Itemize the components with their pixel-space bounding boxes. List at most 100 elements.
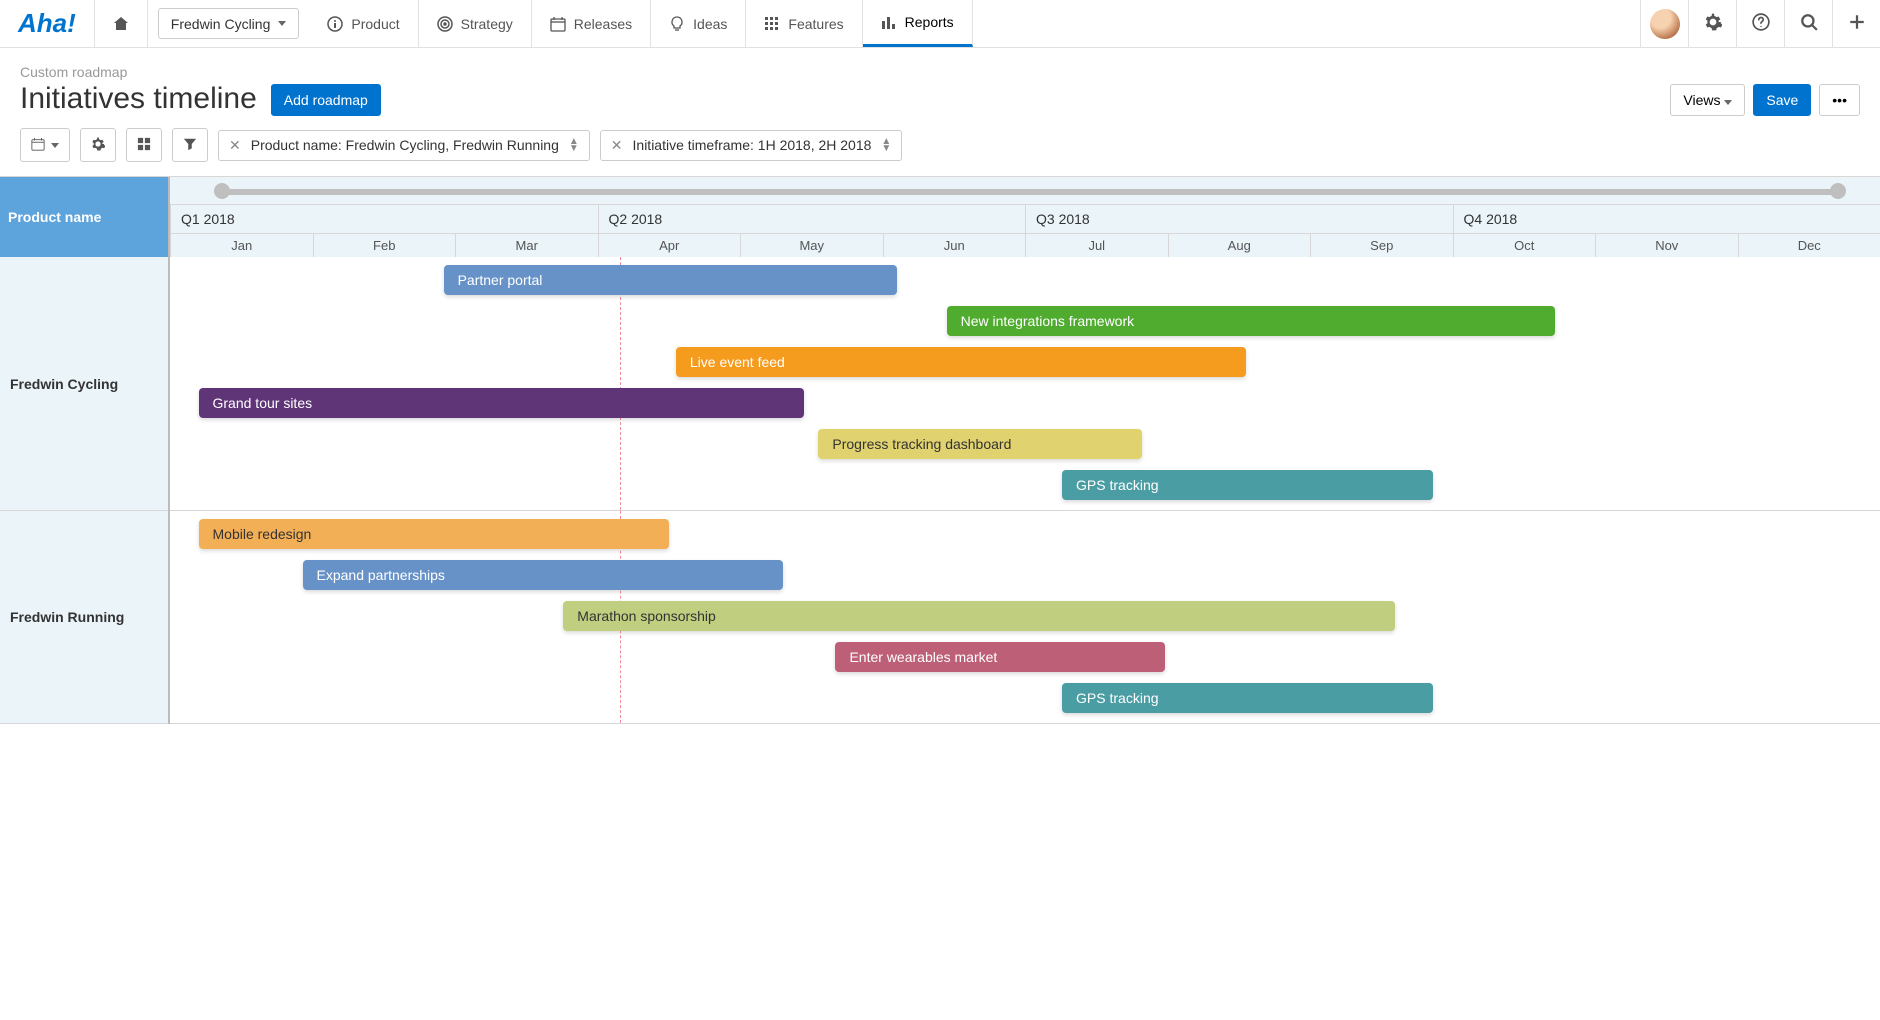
initiative-bar[interactable]: Mobile redesign — [199, 519, 669, 549]
filter-button[interactable] — [172, 128, 208, 162]
filter-timeframe-label: Initiative timeframe: 1H 2018, 2H 2018 — [633, 137, 872, 153]
target-icon — [437, 16, 453, 32]
slider-handle-left[interactable] — [214, 183, 230, 199]
initiative-bar[interactable]: GPS tracking — [1062, 470, 1433, 500]
initiative-bar[interactable]: GPS tracking — [1062, 683, 1433, 713]
workspace-selector[interactable]: Fredwin Cycling — [158, 8, 300, 39]
search-button[interactable] — [1784, 0, 1832, 48]
slider-track — [220, 189, 1840, 195]
toolbar: ✕ Product name: Fredwin Cycling, Fredwin… — [0, 128, 1880, 176]
chart-row: Partner portal New integrations framework… — [170, 257, 1880, 511]
workspace-name: Fredwin Cycling — [171, 16, 271, 32]
month-cell: Mar — [455, 233, 598, 257]
month-cell: Jan — [170, 233, 313, 257]
month-cell: Apr — [598, 233, 741, 257]
month-cell: Feb — [313, 233, 456, 257]
month-cell: Sep — [1310, 233, 1453, 257]
nav-product[interactable]: Product — [309, 0, 418, 47]
close-icon[interactable]: ✕ — [611, 137, 623, 154]
chevron-down-icon — [278, 21, 286, 26]
save-button[interactable]: Save — [1753, 84, 1811, 116]
initiative-bar[interactable]: Partner portal — [444, 265, 897, 295]
home-icon — [113, 16, 129, 32]
month-cell: Jun — [883, 233, 1026, 257]
add-roadmap-button[interactable]: Add roadmap — [271, 84, 381, 116]
date-range-button[interactable] — [20, 128, 70, 162]
column-header: Product name — [0, 177, 170, 257]
initiative-bar[interactable]: Grand tour sites — [199, 388, 805, 418]
chevron-down-icon — [51, 143, 59, 148]
filter-product-label: Product name: Fredwin Cycling, Fredwin R… — [251, 137, 559, 153]
nav-right — [1640, 0, 1880, 47]
nav-label: Features — [788, 16, 843, 32]
initiative-bar[interactable]: Enter wearables market — [835, 642, 1164, 672]
close-icon[interactable]: ✕ — [229, 137, 241, 154]
slider-handle-right[interactable] — [1830, 183, 1846, 199]
nav-strategy[interactable]: Strategy — [419, 0, 532, 47]
nav-label: Product — [351, 16, 399, 32]
plus-icon — [1848, 13, 1866, 34]
quarter-cell: Q3 2018 — [1025, 205, 1453, 233]
initiative-bar[interactable]: Progress tracking dashboard — [818, 429, 1141, 459]
views-dropdown[interactable]: Views — [1670, 84, 1745, 116]
nav-label: Ideas — [693, 16, 727, 32]
filter-icon — [183, 137, 197, 154]
quarter-cell: Q4 2018 — [1453, 205, 1880, 233]
gear-icon — [1704, 13, 1722, 34]
settings-button[interactable] — [80, 128, 116, 162]
month-cell: Dec — [1738, 233, 1880, 257]
avatar-button[interactable] — [1640, 0, 1688, 48]
month-cell: Oct — [1453, 233, 1596, 257]
nav-label: Releases — [574, 16, 632, 32]
grid-icon — [137, 137, 151, 154]
nav-label: Strategy — [461, 16, 513, 32]
quarter-cell: Q1 2018 — [170, 205, 598, 233]
top-nav: Aha! Fredwin Cycling Product Strategy Rele… — [0, 0, 1880, 48]
sort-icon: ▲▼ — [569, 138, 579, 152]
nav-features[interactable]: Features — [746, 0, 862, 47]
initiative-bar[interactable]: Live event feed — [676, 347, 1246, 377]
quarter-cell: Q2 2018 — [598, 205, 1026, 233]
grid-icon — [764, 16, 780, 32]
add-button[interactable] — [1832, 0, 1880, 48]
calendar-icon — [31, 137, 45, 154]
gear-button[interactable] — [1688, 0, 1736, 48]
bulb-icon — [669, 16, 685, 32]
month-cell: May — [740, 233, 883, 257]
sort-icon: ▲▼ — [881, 138, 891, 152]
time-headers: Q1 2018Q2 2018Q3 2018Q4 2018 JanFebMarAp… — [170, 205, 1880, 257]
initiative-bar[interactable]: Marathon sponsorship — [563, 601, 1395, 631]
logo: Aha! — [0, 0, 95, 47]
report-icon — [881, 14, 897, 30]
nav-ideas[interactable]: Ideas — [651, 0, 746, 47]
info-icon — [327, 16, 343, 32]
month-cell: Nov — [1595, 233, 1738, 257]
month-cell: Aug — [1168, 233, 1311, 257]
initiative-bar[interactable]: Expand partnerships — [303, 560, 783, 590]
home-nav[interactable] — [95, 0, 148, 47]
help-icon — [1752, 13, 1770, 34]
month-cell: Jul — [1025, 233, 1168, 257]
breadcrumb: Custom roadmap — [20, 64, 257, 80]
avatar — [1650, 9, 1680, 39]
help-button[interactable] — [1736, 0, 1784, 48]
chevron-down-icon — [1724, 100, 1732, 105]
zoom-slider[interactable] — [170, 177, 1880, 205]
roadmap: Product name Q1 2018Q2 2018Q3 2018Q4 201… — [0, 176, 1880, 724]
nav-label: Reports — [905, 14, 954, 30]
search-icon — [1800, 13, 1818, 34]
initiative-bar[interactable]: New integrations framework — [947, 306, 1555, 336]
filter-product[interactable]: ✕ Product name: Fredwin Cycling, Fredwin… — [218, 130, 590, 161]
filter-timeframe[interactable]: ✕ Initiative timeframe: 1H 2018, 2H 2018… — [600, 130, 903, 161]
nav-releases[interactable]: Releases — [532, 0, 651, 47]
gear-icon — [91, 137, 105, 154]
layout-button[interactable] — [126, 128, 162, 162]
row-label: Fredwin Cycling — [0, 257, 168, 511]
calendar-icon — [550, 16, 566, 32]
page-title: Initiatives timeline — [20, 82, 257, 116]
more-options-button[interactable]: ••• — [1819, 84, 1860, 116]
chart-row: Mobile redesign Expand partnerships Marath… — [170, 511, 1880, 724]
nav-reports[interactable]: Reports — [863, 0, 973, 47]
row-label: Fredwin Running — [0, 511, 168, 724]
page-header: Custom roadmap Initiatives timeline Add … — [0, 48, 1880, 128]
